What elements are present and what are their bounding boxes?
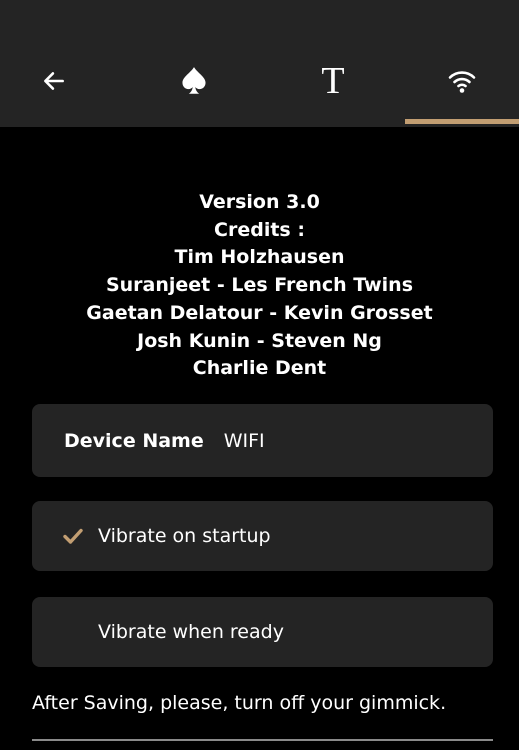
device-name-field[interactable] [223, 429, 454, 452]
vibrate-on-startup-option[interactable]: Vibrate on startup [32, 501, 493, 571]
back-button[interactable] [0, 0, 108, 127]
spade-icon [180, 66, 208, 96]
save-note-text: After Saving, please, turn off your gimm… [32, 692, 447, 714]
arrow-left-icon [41, 68, 67, 94]
text-serif-t-icon: T [321, 59, 345, 102]
vibrate-when-ready-option[interactable]: Vibrate when ready [32, 597, 493, 667]
top-toolbar: T [0, 0, 519, 127]
device-name-card: Device Name [32, 404, 493, 477]
credit-line: Gaetan Delatour - Kevin Grosset [86, 301, 433, 324]
vibrate-when-ready-label: Vibrate when ready [98, 621, 284, 643]
empty-checkbox[interactable] [62, 621, 84, 643]
selected-tab-indicator [405, 119, 519, 124]
vibrate-on-startup-label: Vibrate on startup [98, 525, 271, 547]
divider [32, 739, 493, 741]
device-name-label: Device Name [64, 429, 204, 452]
credit-line: Josh Kunin - Steven Ng [137, 329, 382, 352]
checkmark-icon[interactable] [62, 525, 84, 547]
tab-text[interactable]: T [277, 0, 389, 127]
wifi-icon [447, 68, 477, 94]
version-text: Version 3.0 [199, 191, 320, 213]
credit-line: Tim Holzhausen [174, 246, 345, 269]
credit-line: Charlie Dent [192, 357, 327, 380]
credit-line: Suranjeet - Les French Twins [105, 274, 414, 297]
tab-wifi[interactable] [405, 0, 519, 127]
tab-suit[interactable] [138, 0, 250, 127]
credits-heading: Credits : [214, 218, 305, 241]
credits-block: Version 3.0 Credits : Tim Holzhausen Sur… [0, 189, 519, 383]
